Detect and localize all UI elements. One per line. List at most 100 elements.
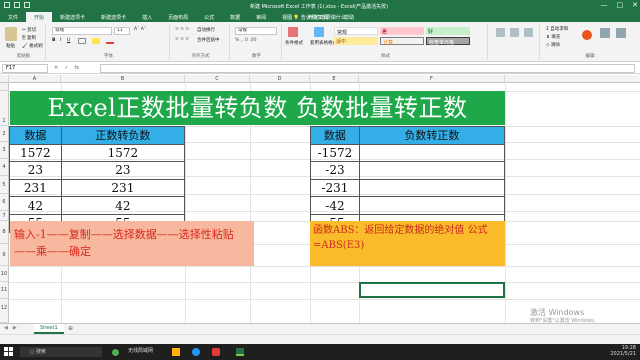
row-header-1[interactable]: 1: [0, 91, 9, 126]
row-header-6[interactable]: 6: [0, 194, 9, 211]
row-header-11[interactable]: 11: [0, 282, 9, 299]
style-neutral[interactable]: 适中: [334, 37, 378, 45]
select-all-corner[interactable]: [0, 75, 9, 83]
save-icon[interactable]: [4, 2, 10, 8]
sheet-tab-sheet1[interactable]: Sheet1: [34, 324, 64, 334]
windows-start-icon[interactable]: [4, 347, 13, 356]
tab-insert[interactable]: 插入: [134, 12, 160, 22]
maximize-button[interactable]: □: [617, 1, 624, 9]
data-cell[interactable]: 42: [9, 196, 62, 215]
name-box[interactable]: F17: [2, 64, 48, 73]
data-cell[interactable]: [358, 196, 506, 215]
data-cell[interactable]: [358, 143, 506, 163]
paste-icon[interactable]: [5, 27, 17, 41]
undo-icon[interactable]: [14, 2, 20, 8]
italic-button[interactable]: I: [60, 38, 61, 43]
sheet-next-icon[interactable]: ▶: [13, 325, 17, 331]
fill-button[interactable]: ⬇ 填充: [546, 34, 560, 40]
data-cell[interactable]: 231: [9, 178, 62, 198]
data-cell[interactable]: [358, 178, 506, 198]
header-cell[interactable]: 正数转负数: [60, 126, 186, 145]
data-cell[interactable]: 42: [60, 196, 186, 215]
row-header-10[interactable]: 10: [0, 266, 9, 282]
align-top-icons[interactable]: ≡ ≡ ≡: [175, 27, 189, 32]
selected-cell-outline[interactable]: [359, 282, 505, 298]
row-header-9[interactable]: 9: [0, 244, 9, 266]
row-header-7[interactable]: 7: [0, 211, 9, 221]
tab-file[interactable]: 文件: [0, 12, 26, 22]
header-cell[interactable]: 数据: [310, 126, 360, 145]
merge-center-button[interactable]: 合并后居中: [197, 37, 220, 43]
cancel-icon[interactable]: ✕: [54, 65, 58, 71]
format-painter-button[interactable]: 🖌 格式刷: [22, 43, 43, 49]
conditional-format-button[interactable]: 条件格式: [285, 40, 303, 46]
style-check-cell[interactable]: 检查单元格: [426, 37, 470, 46]
data-cell[interactable]: -231: [310, 178, 360, 198]
style-calculation[interactable]: 计算: [380, 37, 424, 46]
taskbar-search[interactable]: ○ 搜索: [20, 347, 102, 357]
data-cell[interactable]: 23: [9, 161, 62, 180]
column-header-b[interactable]: B: [61, 75, 185, 83]
column-header-a[interactable]: A: [9, 75, 61, 83]
column-header-e[interactable]: E: [310, 75, 359, 83]
fx-icon[interactable]: fx: [74, 65, 79, 71]
formula-input[interactable]: [100, 64, 635, 73]
instruction-note-paste-special[interactable]: 输入-1——复制——选择数据——选择性粘贴——乘——确定: [10, 221, 254, 266]
data-cell[interactable]: -23: [310, 161, 360, 180]
border-icon[interactable]: [78, 38, 86, 44]
wrap-text-button[interactable]: 自动换行: [197, 27, 215, 33]
format-cells-icon[interactable]: [524, 28, 533, 37]
fill-color-icon[interactable]: [92, 38, 100, 44]
number-format-select[interactable]: 常规: [235, 27, 277, 35]
app-icon[interactable]: [212, 348, 220, 356]
align-center-icons[interactable]: ≡ ≡ ≡: [175, 37, 189, 42]
format-as-table-button[interactable]: 套用表格格式: [310, 40, 337, 46]
tab-home[interactable]: 开始: [26, 12, 53, 22]
wechat-icon[interactable]: [112, 349, 119, 356]
header-cell[interactable]: 负数转正数: [358, 126, 506, 145]
data-cell[interactable]: 231: [60, 178, 186, 198]
tell-me-search[interactable]: 💡 告诉我你想要做什么: [285, 12, 354, 22]
tab-new-1[interactable]: 新建选项卡: [52, 12, 93, 22]
bold-button[interactable]: B: [52, 38, 55, 43]
taskbar-item-network[interactable]: 无线局域网: [128, 347, 153, 357]
font-color-icon[interactable]: [106, 38, 114, 44]
row-header-2[interactable]: 2: [0, 126, 9, 142]
excel-taskbar-icon[interactable]: [236, 348, 244, 356]
browser-icon[interactable]: [192, 348, 200, 356]
data-cell[interactable]: 1572: [9, 143, 62, 163]
title-banner[interactable]: Excel正数批量转负数 负数批量转正数: [10, 91, 505, 125]
data-cell[interactable]: [358, 161, 506, 180]
font-size-adjust[interactable]: A˄ A˅: [134, 27, 146, 32]
data-cell[interactable]: 1572: [60, 143, 186, 163]
find-select-icon[interactable]: [616, 28, 626, 38]
column-header-g[interactable]: [505, 75, 640, 83]
autosum-button[interactable]: Σ 自动求和: [546, 26, 568, 32]
delete-cells-icon[interactable]: [510, 28, 519, 37]
sogou-icon[interactable]: [582, 30, 592, 40]
file-explorer-icon[interactable]: [172, 348, 180, 356]
tab-new-2[interactable]: 新建选项卡: [93, 12, 134, 22]
row-header-8[interactable]: 8: [0, 221, 9, 244]
format-as-table-icon[interactable]: [314, 27, 324, 37]
row-header-3[interactable]: 3: [0, 142, 9, 159]
add-sheet-icon[interactable]: ⊕: [68, 325, 73, 332]
row-header-4[interactable]: 4: [0, 159, 9, 176]
row-header-12[interactable]: 12: [0, 299, 9, 323]
enter-icon[interactable]: ✓: [64, 65, 68, 71]
number-format-icons[interactable]: % , .0 .00: [235, 38, 256, 43]
insert-cells-icon[interactable]: [496, 28, 505, 37]
row-header-0[interactable]: [0, 83, 9, 91]
column-header-c[interactable]: C: [185, 75, 250, 83]
tab-data[interactable]: 数据: [222, 12, 248, 22]
conditional-format-icon[interactable]: [288, 27, 298, 37]
sheet-prev-icon[interactable]: ◀: [4, 325, 8, 331]
copy-button[interactable]: ⎘ 复制: [22, 35, 36, 41]
style-good[interactable]: 好: [426, 27, 470, 35]
cut-button[interactable]: ✂ 剪切: [22, 27, 36, 33]
minimize-button[interactable]: —: [601, 1, 608, 9]
data-cell[interactable]: -42: [310, 196, 360, 215]
row-header-5[interactable]: 5: [0, 176, 9, 194]
close-button[interactable]: ✕: [632, 1, 638, 9]
header-cell[interactable]: 数据: [9, 126, 62, 145]
